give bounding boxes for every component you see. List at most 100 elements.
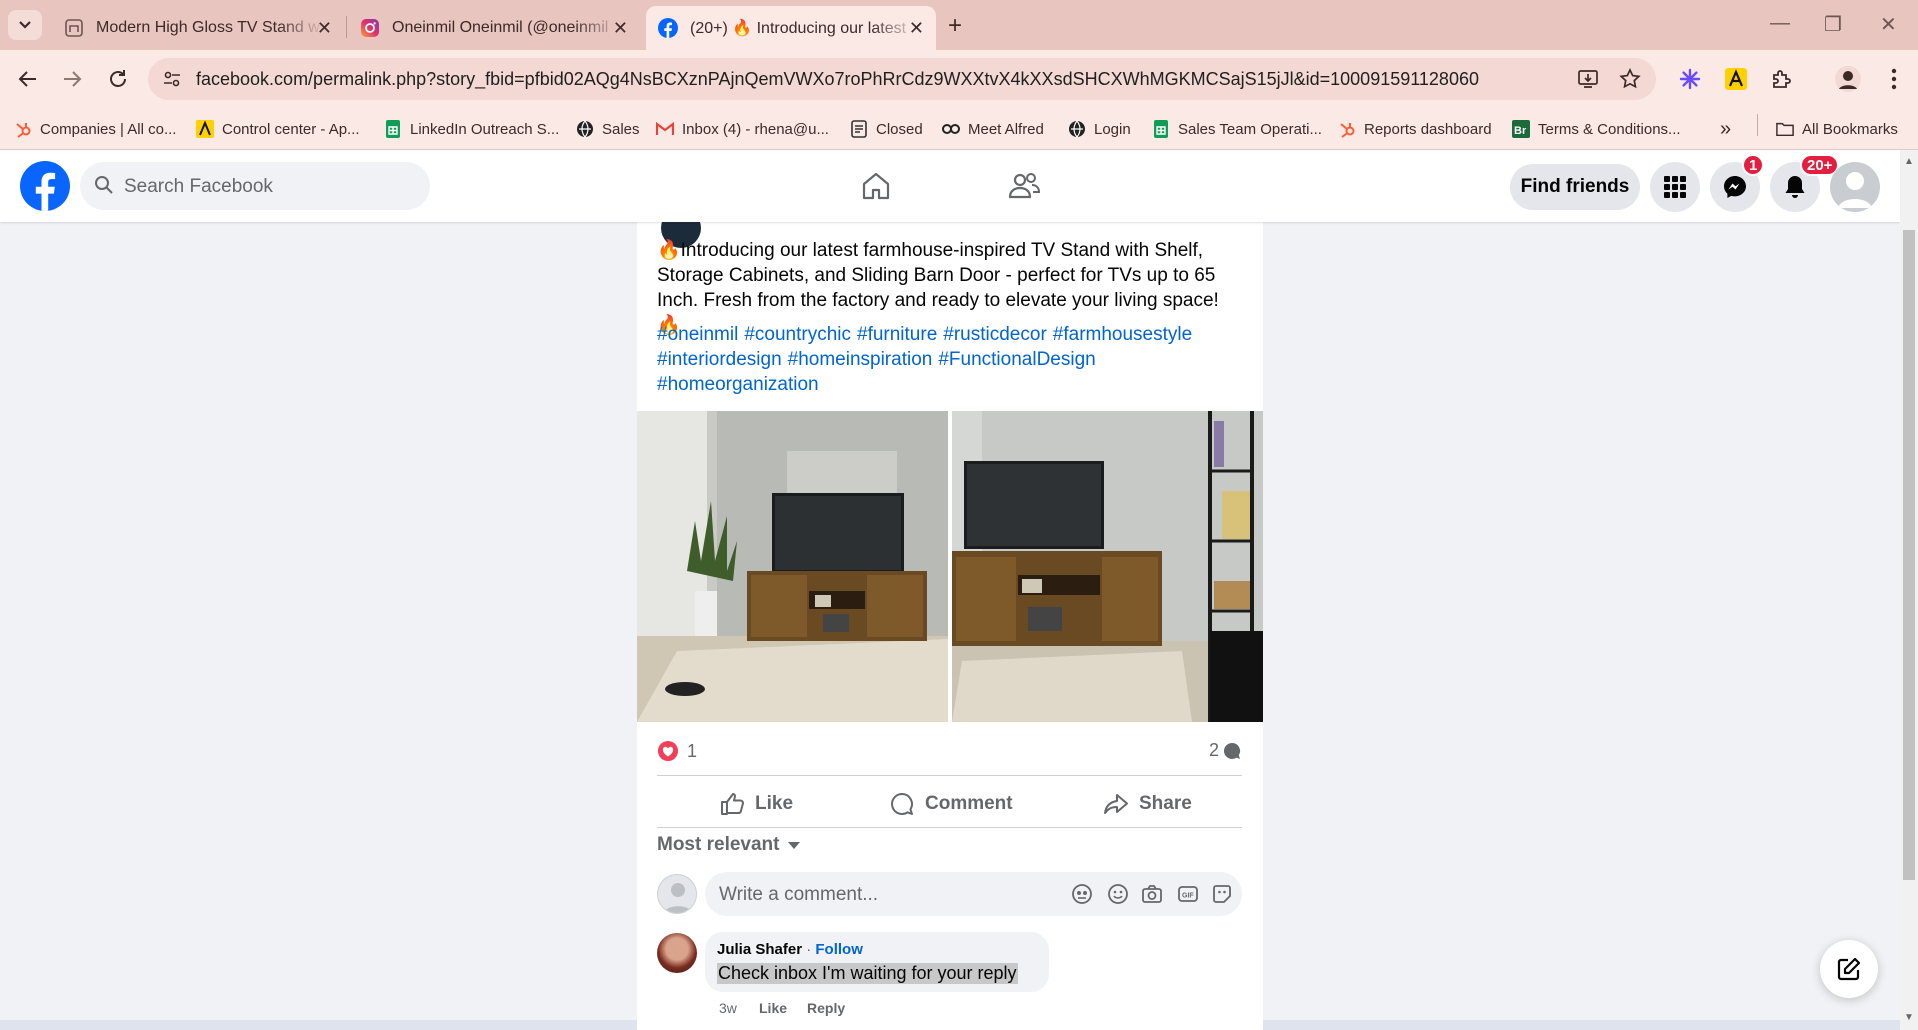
profile-avatar-icon[interactable] bbox=[1834, 65, 1862, 93]
restore-icon[interactable]: ❐ bbox=[1824, 12, 1842, 37]
page-scrollbar[interactable]: ▲ ▼ bbox=[1900, 150, 1918, 1030]
post-stats: 1 2 bbox=[657, 740, 1242, 766]
comment-button[interactable]: Comment bbox=[889, 782, 1013, 826]
comment-icon bbox=[891, 793, 913, 815]
comment-sort-dropdown[interactable]: Most relevant bbox=[657, 834, 801, 856]
facebook-header: Search Facebook Find friends 1 20+ bbox=[0, 150, 1900, 222]
bookmark-item[interactable]: Sales bbox=[576, 116, 640, 142]
site-info-icon[interactable] bbox=[162, 69, 182, 94]
home-icon[interactable] bbox=[856, 166, 896, 206]
post-hashtags: #oneinmil #countrychic #furniture #rusticde… bbox=[657, 322, 1242, 397]
close-window-icon[interactable]: ✕ bbox=[1880, 12, 1897, 37]
url-text[interactable]: facebook.com/permalink.php?story_fbid=pf… bbox=[196, 69, 1479, 90]
sticker-icon[interactable] bbox=[1211, 883, 1233, 910]
more-menu-icon[interactable] bbox=[1880, 65, 1908, 93]
bookmark-item[interactable]: Companies | All co... bbox=[14, 116, 176, 142]
svg-text:Br: Br bbox=[1514, 125, 1527, 137]
comment-author-line: Julia Shafer · Follow bbox=[717, 941, 863, 958]
hashtag-link[interactable]: #oneinmil bbox=[657, 324, 738, 345]
sheets-icon bbox=[384, 120, 402, 138]
bookmark-item[interactable]: Login bbox=[1068, 116, 1131, 142]
apollo-extension-icon[interactable] bbox=[1722, 65, 1750, 93]
profile-avatar[interactable] bbox=[1830, 162, 1880, 212]
tab-tv-stand[interactable]: Modern High Gloss TV Stand w ✕ bbox=[52, 6, 344, 50]
menu-grid-icon[interactable] bbox=[1650, 162, 1700, 212]
facebook-search[interactable]: Search Facebook bbox=[80, 162, 430, 210]
doc-icon bbox=[850, 120, 868, 138]
tab-title: Modern High Gloss TV Stand w bbox=[96, 19, 320, 36]
instagram-icon bbox=[360, 18, 380, 38]
tab-search-button[interactable] bbox=[8, 10, 42, 40]
share-button[interactable]: Share bbox=[1103, 782, 1192, 826]
new-message-button[interactable] bbox=[1820, 940, 1878, 998]
camera-icon[interactable] bbox=[1141, 883, 1163, 910]
gif-icon[interactable]: GIF bbox=[1177, 883, 1199, 910]
find-friends-button[interactable]: Find friends bbox=[1510, 164, 1640, 210]
hashtag-link[interactable]: #farmhousestyle bbox=[1053, 324, 1192, 345]
bookmark-item[interactable]: Br Terms & Conditions... bbox=[1512, 116, 1681, 142]
tab-separator bbox=[346, 16, 347, 38]
comment-age[interactable]: 3w bbox=[719, 1000, 737, 1016]
comment-like-link[interactable]: Like bbox=[759, 1000, 787, 1016]
hashtag-link[interactable]: #homeorganization bbox=[657, 374, 819, 395]
alfred-icon bbox=[942, 120, 960, 138]
tab-instagram[interactable]: Oneinmil Oneinmil (@oneinmil ✕ bbox=[348, 6, 640, 50]
search-icon bbox=[94, 175, 114, 200]
comment-input[interactable]: Write a comment... GIF bbox=[705, 872, 1242, 916]
emoji-icon[interactable] bbox=[1107, 883, 1129, 910]
forward-arrow-icon[interactable] bbox=[58, 65, 86, 93]
back-arrow-icon[interactable] bbox=[14, 65, 42, 93]
bookmark-item[interactable]: Control center - Ap... bbox=[196, 116, 360, 142]
bookmark-item[interactable]: LinkedIn Outreach S... bbox=[384, 116, 559, 142]
new-tab-button[interactable]: + bbox=[948, 12, 962, 40]
separator-dot: · bbox=[802, 941, 816, 958]
globe-icon bbox=[576, 120, 594, 138]
bookmark-item[interactable]: Inbox (4) - rhena@u... bbox=[656, 116, 829, 142]
like-button[interactable]: Like bbox=[719, 782, 793, 826]
tab-facebook-active[interactable]: (20+) 🔥 Introducing our latest ✕ bbox=[646, 6, 936, 50]
install-app-icon[interactable] bbox=[1576, 67, 1600, 96]
scroll-up-arrow-icon[interactable]: ▲ bbox=[1904, 156, 1914, 167]
post-photo[interactable] bbox=[952, 411, 1263, 722]
user-avatar[interactable] bbox=[657, 874, 697, 914]
divider bbox=[657, 827, 1242, 828]
close-icon[interactable]: ✕ bbox=[613, 18, 628, 39]
close-icon[interactable]: ✕ bbox=[909, 18, 924, 39]
hubspot-icon bbox=[1338, 120, 1356, 138]
bookmark-item[interactable]: Reports dashboard bbox=[1338, 116, 1492, 142]
minimize-icon[interactable]: — bbox=[1770, 12, 1790, 35]
extension-purple-icon[interactable] bbox=[1676, 65, 1704, 93]
scroll-down-arrow-icon[interactable]: ▼ bbox=[1904, 1012, 1914, 1023]
hashtag-link[interactable]: #rusticdecor bbox=[943, 324, 1047, 345]
extensions-puzzle-icon[interactable] bbox=[1768, 65, 1796, 93]
reactions-summary[interactable]: 1 bbox=[657, 740, 697, 762]
follow-link[interactable]: Follow bbox=[815, 941, 863, 958]
friends-icon[interactable] bbox=[1004, 166, 1044, 206]
avatar-sticker-icon[interactable] bbox=[1071, 883, 1093, 910]
comment-author[interactable]: Julia Shafer bbox=[717, 941, 802, 958]
bookmark-star-icon[interactable] bbox=[1618, 67, 1642, 96]
close-icon[interactable]: ✕ bbox=[317, 18, 332, 39]
hashtag-link[interactable]: #countrychic bbox=[744, 324, 851, 345]
comment-reply-link[interactable]: Reply bbox=[807, 1000, 845, 1016]
scrollbar-thumb[interactable] bbox=[1903, 230, 1915, 880]
post-photo[interactable] bbox=[637, 411, 948, 722]
commenter-avatar[interactable] bbox=[657, 933, 697, 973]
hashtag-link[interactable]: #interiordesign bbox=[657, 349, 782, 370]
all-bookmarks-folder[interactable]: All Bookmarks bbox=[1776, 116, 1898, 142]
hashtag-link[interactable]: #furniture bbox=[857, 324, 937, 345]
facebook-logo[interactable] bbox=[20, 161, 70, 211]
address-bar[interactable]: facebook.com/permalink.php?story_fbid=pf… bbox=[148, 58, 1656, 100]
bookmark-item[interactable]: Sales Team Operati... bbox=[1152, 116, 1322, 142]
bookmark-item[interactable]: Closed bbox=[850, 116, 923, 142]
comments-summary[interactable]: 2 bbox=[1209, 740, 1242, 761]
hashtag-link[interactable]: #homeinspiration bbox=[788, 349, 933, 370]
post-photos bbox=[637, 411, 1263, 722]
bookmarks-overflow-icon[interactable]: » bbox=[1720, 116, 1731, 142]
bookmark-item[interactable]: Meet Alfred bbox=[942, 116, 1044, 142]
facebook-icon bbox=[658, 18, 678, 38]
reload-icon[interactable] bbox=[104, 65, 132, 93]
gmail-icon bbox=[656, 120, 674, 138]
bookmarks-bar: Companies | All co... Control center - A… bbox=[0, 108, 1918, 150]
hashtag-link[interactable]: #FunctionalDesign bbox=[938, 349, 1095, 370]
